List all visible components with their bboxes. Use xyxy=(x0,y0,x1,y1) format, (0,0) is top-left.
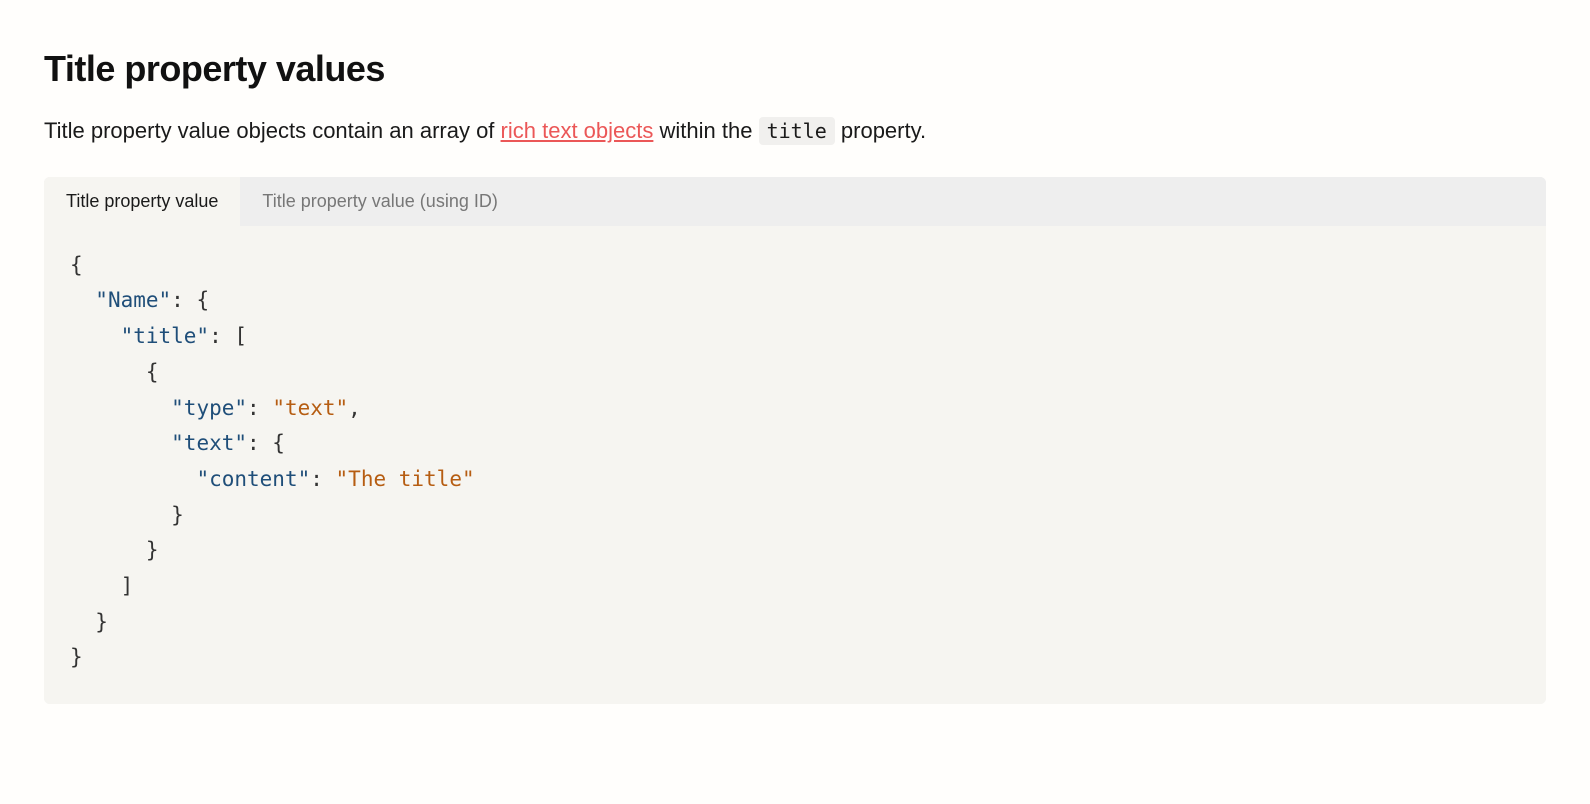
code-example-card: Title property value Title property valu… xyxy=(44,177,1546,704)
code-token: } xyxy=(171,503,184,527)
tab-filler xyxy=(520,177,1546,226)
code-token: : { xyxy=(247,431,285,455)
code-token: { xyxy=(146,360,159,384)
code-tabs: Title property value Title property valu… xyxy=(44,177,1546,226)
code-block: { "Name": { "title": [ { "type": "text",… xyxy=(44,226,1546,704)
code-token: : [ xyxy=(209,324,247,348)
code-token: "content" xyxy=(196,467,310,491)
intro-paragraph: Title property value objects contain an … xyxy=(44,116,1546,147)
intro-text-before: Title property value objects contain an … xyxy=(44,118,501,143)
code-token: ] xyxy=(121,574,134,598)
tab-title-property-value[interactable]: Title property value xyxy=(44,177,240,226)
code-token: "type" xyxy=(171,396,247,420)
code-indent xyxy=(70,360,146,384)
code-token: "text" xyxy=(272,396,348,420)
code-indent xyxy=(70,396,171,420)
code-token: "Name" xyxy=(95,288,171,312)
code-token: } xyxy=(146,538,159,562)
code-token: "The title" xyxy=(336,467,475,491)
code-token: , xyxy=(348,396,361,420)
code-indent xyxy=(70,538,146,562)
intro-text-mid: within the xyxy=(653,118,758,143)
code-indent xyxy=(70,503,171,527)
inline-code-title: title xyxy=(759,117,835,145)
code-token: } xyxy=(95,610,108,634)
code-token: } xyxy=(70,645,83,669)
code-token: "text" xyxy=(171,431,247,455)
code-indent xyxy=(70,324,121,348)
code-indent xyxy=(70,288,95,312)
section-heading: Title property values xyxy=(44,48,1546,90)
code-token: { xyxy=(70,253,83,277)
tab-title-property-value-id[interactable]: Title property value (using ID) xyxy=(240,177,519,226)
intro-text-after: property. xyxy=(835,118,926,143)
code-indent xyxy=(70,610,95,634)
code-indent xyxy=(70,574,121,598)
code-indent xyxy=(70,431,171,455)
code-token: : xyxy=(310,467,335,491)
code-token: : xyxy=(247,396,272,420)
rich-text-objects-link[interactable]: rich text objects xyxy=(501,118,654,143)
code-token: : { xyxy=(171,288,209,312)
code-indent xyxy=(70,467,196,491)
code-token: "title" xyxy=(121,324,210,348)
